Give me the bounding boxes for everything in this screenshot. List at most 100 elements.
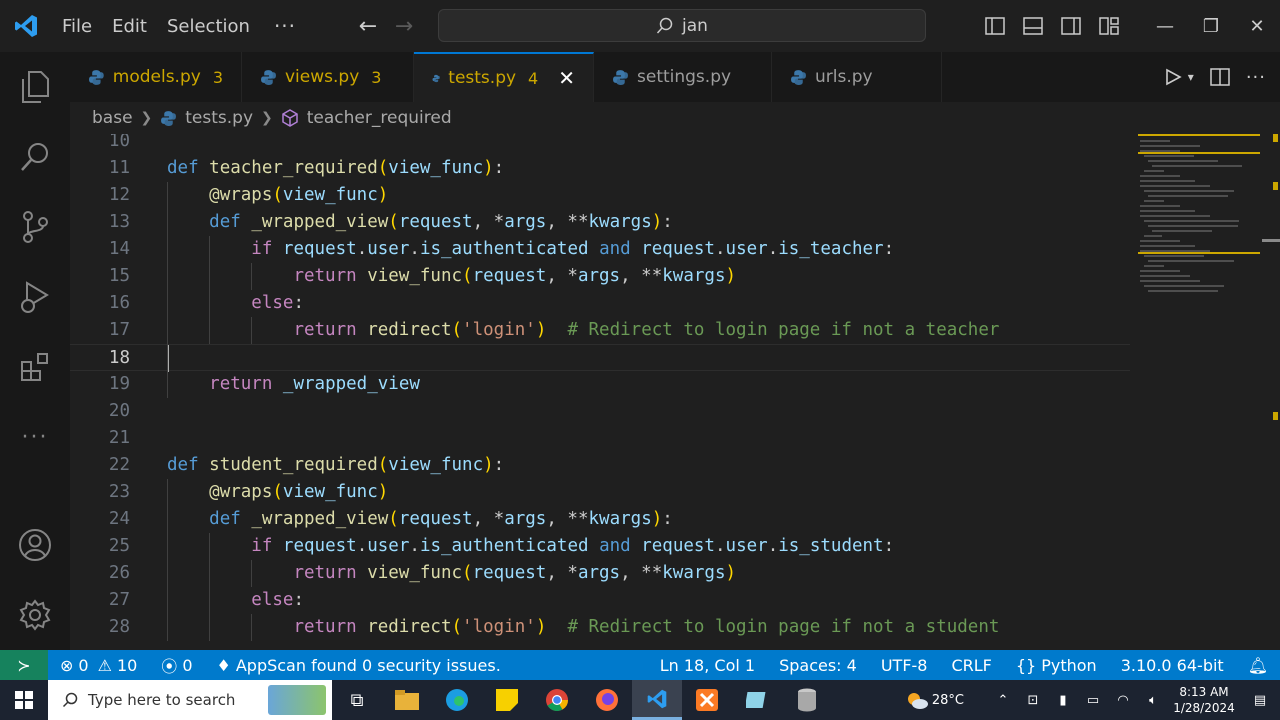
breadcrumb-folder[interactable]: base	[92, 108, 133, 128]
tab-urls-py[interactable]: urls.py	[772, 52, 942, 102]
more-views-icon[interactable]: ···	[0, 402, 70, 472]
code-line[interactable]: 24 def _wrapped_view(request, *args, **k…	[70, 506, 1130, 533]
code-line[interactable]: 25 if request.user.is_authenticated and …	[70, 533, 1130, 560]
tab-views-py[interactable]: views.py 3	[242, 52, 414, 102]
indentation[interactable]: Spaces: 4	[767, 656, 869, 675]
restore-icon[interactable]: ❐	[1188, 0, 1234, 52]
toggle-panel-icon[interactable]	[1014, 0, 1052, 52]
app-notebook-icon[interactable]	[732, 680, 782, 720]
line-number: 14	[108, 239, 130, 259]
tab-settings-py[interactable]: settings.py	[594, 52, 772, 102]
code-line[interactable]: 13 def _wrapped_view(request, *args, **k…	[70, 209, 1130, 236]
search-view-icon[interactable]	[0, 122, 70, 192]
code-line[interactable]: 11 def teacher_required(view_func):	[70, 155, 1130, 182]
line-ending[interactable]: CRLF	[939, 656, 1003, 675]
run-python-file-icon[interactable]	[1164, 68, 1182, 86]
code-line[interactable]: 22 def student_required(view_func):	[70, 452, 1130, 479]
toggle-primary-sidebar-icon[interactable]	[976, 0, 1014, 52]
minimize-icon[interactable]: —	[1142, 0, 1188, 52]
customize-layout-icon[interactable]	[1090, 0, 1128, 52]
menu-edit[interactable]: Edit	[102, 16, 157, 37]
wifi-icon[interactable]: ◠	[1108, 693, 1138, 708]
source-control-icon[interactable]	[0, 192, 70, 262]
microphone-icon[interactable]: ▮	[1048, 693, 1078, 708]
chrome-browser-icon[interactable]	[532, 680, 582, 720]
appscan-status[interactable]: ♦ AppScan found 0 security issues.	[205, 656, 513, 675]
code-line[interactable]: 23 @wraps(view_func)	[70, 479, 1130, 506]
toggle-secondary-sidebar-icon[interactable]	[1052, 0, 1090, 52]
search-icon	[62, 692, 78, 708]
code-line[interactable]: 16 else:	[70, 290, 1130, 317]
vscode-taskbar-icon[interactable]	[632, 680, 682, 720]
windows-start-icon[interactable]	[0, 680, 48, 720]
battery-icon[interactable]: ▭	[1078, 693, 1108, 708]
meet-now-icon[interactable]: ⊡	[1018, 693, 1048, 708]
tab-tests-py[interactable]: tests.py 4 ✕	[414, 52, 594, 102]
run-debug-icon[interactable]	[0, 262, 70, 332]
weather-icon[interactable]	[902, 690, 932, 710]
chevron-down-icon[interactable]: ▾	[1188, 70, 1194, 84]
tab-label: settings.py	[637, 67, 732, 87]
more-actions-icon[interactable]: ···	[1246, 67, 1266, 88]
language-mode[interactable]: {} Python	[1004, 656, 1109, 675]
code-line[interactable]: 21	[70, 425, 1130, 452]
file-explorer-icon[interactable]	[382, 680, 432, 720]
clock[interactable]: 8:13 AM 1/28/2024	[1168, 684, 1240, 716]
close-tab-icon[interactable]: ✕	[558, 66, 575, 90]
minimap-line	[1140, 140, 1170, 142]
tab-models-py[interactable]: models.py 3	[70, 52, 242, 102]
encoding[interactable]: UTF-8	[869, 656, 940, 675]
forward-arrow-icon[interactable]: →	[386, 14, 422, 39]
extensions-icon[interactable]	[0, 332, 70, 402]
problems-indicator[interactable]: ⊗ 0 ⚠ 10	[48, 656, 149, 675]
volume-icon[interactable]: 🔈︎	[1138, 693, 1168, 708]
code-line[interactable]: 26 return view_func(request, *args, **kw…	[70, 560, 1130, 587]
database-icon[interactable]	[782, 680, 832, 720]
minimap-slider[interactable]	[1262, 239, 1280, 242]
code-line[interactable]: 19 return _wrapped_view	[70, 371, 1130, 398]
code-text: return _wrapped_view	[209, 374, 420, 394]
command-center-search[interactable]: jan	[438, 9, 926, 42]
temperature[interactable]: 28°C	[932, 693, 964, 708]
code-line[interactable]: 14 if request.user.is_authenticated and …	[70, 236, 1130, 263]
task-view-icon[interactable]: ⧉	[332, 680, 382, 720]
code-line[interactable]: 20	[70, 398, 1130, 425]
sticky-notes-icon[interactable]	[482, 680, 532, 720]
cursor-position[interactable]: Ln 18, Col 1	[648, 656, 767, 675]
close-window-icon[interactable]: ✕	[1234, 0, 1280, 52]
settings-gear-icon[interactable]	[0, 580, 70, 650]
code-line[interactable]: 10	[70, 134, 1130, 155]
taskbar-search[interactable]: Type here to search	[48, 680, 332, 720]
flame-icon: ♦	[216, 655, 231, 675]
xampp-icon[interactable]	[682, 680, 732, 720]
tab-label: tests.py	[448, 68, 517, 88]
edge-browser-icon[interactable]	[432, 680, 482, 720]
split-editor-icon[interactable]	[1210, 68, 1230, 86]
firefox-browser-icon[interactable]	[582, 680, 632, 720]
minimap[interactable]	[1130, 134, 1280, 650]
minimap-line	[1140, 275, 1190, 277]
breadcrumb-symbol[interactable]: teacher_required	[307, 108, 452, 128]
code-line[interactable]: 28 return redirect('login') # Redirect t…	[70, 614, 1130, 641]
broadcast-icon: ⦿	[161, 657, 178, 676]
code-line[interactable]: 15 return view_func(request, *args, **kw…	[70, 263, 1130, 290]
menu-file[interactable]: File	[52, 16, 102, 37]
ports-indicator[interactable]: ⦿ 0	[149, 653, 204, 677]
code-line[interactable]: 27 else:	[70, 587, 1130, 614]
code-line[interactable]: 18	[70, 344, 1130, 372]
accounts-icon[interactable]	[0, 510, 70, 580]
notifications-bell-icon[interactable]: 🔔︎	[1236, 656, 1280, 675]
remote-indicator-icon[interactable]: ≻	[0, 650, 48, 680]
chevron-up-icon[interactable]: ⌃	[988, 693, 1018, 708]
explorer-icon[interactable]	[0, 52, 70, 122]
notification-center-icon[interactable]: ▤	[1240, 693, 1280, 708]
code-editor[interactable]: 10 11 def teacher_required(view_func): 12 @…	[70, 134, 1130, 650]
back-arrow-icon[interactable]: ←	[350, 14, 386, 39]
menu-selection[interactable]: Selection	[157, 16, 260, 37]
breadcrumb-file[interactable]: tests.py	[185, 108, 253, 128]
tab-label: urls.py	[815, 67, 873, 87]
code-line[interactable]: 17 return redirect('login') # Redirect t…	[70, 317, 1130, 344]
code-line[interactable]: 12 @wraps(view_func)	[70, 182, 1130, 209]
python-interpreter[interactable]: 3.10.0 64-bit	[1109, 656, 1236, 675]
menu-more-icon[interactable]: ···	[260, 14, 310, 38]
